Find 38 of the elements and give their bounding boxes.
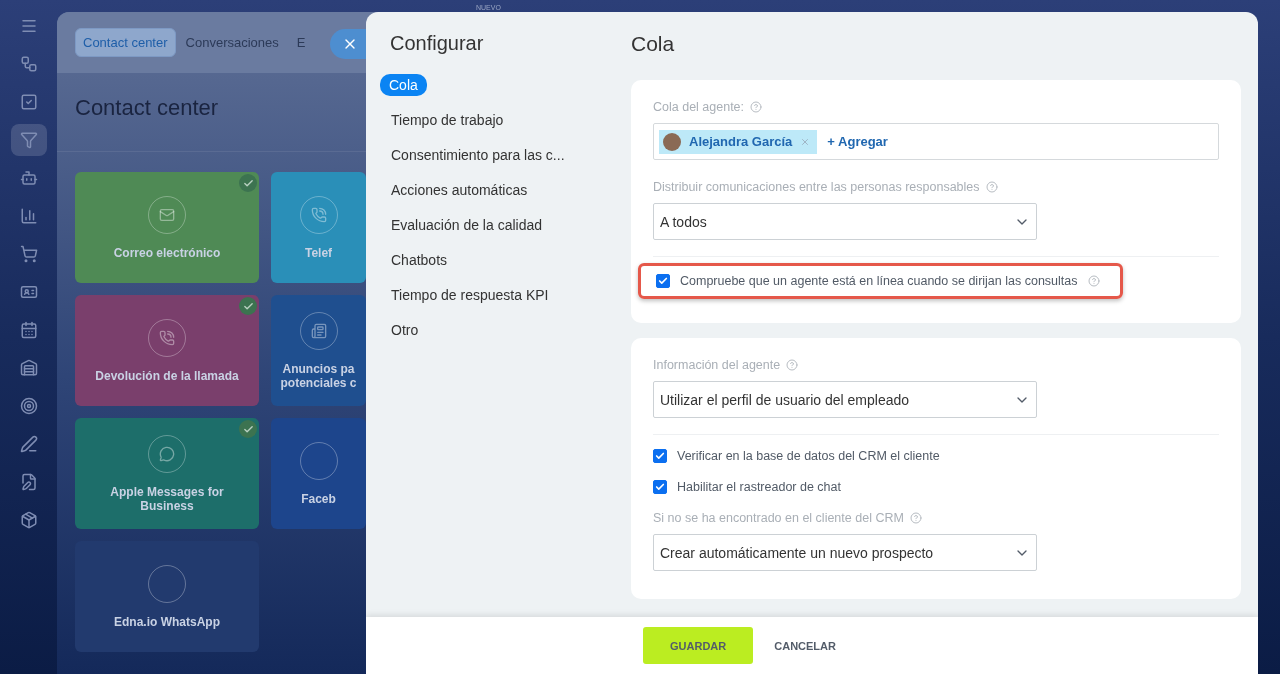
- nav-item[interactable]: Tiempo de trabajo: [382, 109, 513, 131]
- channel-tile[interactable]: Edna.io WhatsApp: [75, 541, 259, 652]
- tile-label: Correo electrónico: [112, 245, 222, 260]
- tile-label: Anuncios pa potenciales c: [279, 361, 358, 390]
- tile-label: Edna.io WhatsApp: [113, 614, 221, 629]
- add-link[interactable]: + Agregar: [827, 134, 888, 149]
- field-label: Distribuir comunicaciones entre las personas responsables: [653, 180, 1219, 194]
- agent-queue-field[interactable]: Alejandra García + Agregar: [653, 123, 1219, 160]
- nav-item[interactable]: Otro: [382, 319, 428, 341]
- tile-label: Devolución de la llamada: [94, 368, 240, 383]
- tile-label: Telef: [303, 245, 334, 260]
- checkbox-label: Compruebe que un agente está en línea cuando se dirijan las consultas: [680, 274, 1078, 288]
- channel-tile[interactable]: Apple Messages for Business: [75, 418, 259, 529]
- nav-item[interactable]: Chatbots: [382, 249, 457, 271]
- dropdown-field[interactable]: Crear automáticamente un nuevo prospecto: [653, 534, 1037, 571]
- field-label: Si no se ha encontrado en el cliente del CRM: [653, 511, 1219, 525]
- dropdown-field[interactable]: Utilizar el perfil de usuario del empleado: [653, 381, 1037, 418]
- tile-label: Apple Messages for Business: [109, 484, 225, 513]
- page-title: Contact center: [75, 95, 219, 121]
- field-label: Información del agente: [653, 358, 1219, 372]
- person-chip[interactable]: Alejandra García: [659, 129, 818, 154]
- checkbox-label: Habilitar el rastreador de chat: [677, 480, 841, 494]
- nav-item[interactable]: Cola: [380, 74, 427, 96]
- cancel-button[interactable]: CANCELAR: [759, 627, 851, 664]
- save-button[interactable]: GUARDAR: [643, 627, 754, 664]
- tile-label: Faceb: [300, 491, 337, 506]
- section-heading: Cola: [631, 32, 676, 56]
- nav-item[interactable]: Consentimiento para las c...: [382, 144, 574, 166]
- nav-item[interactable]: Evaluación de la calidad: [382, 214, 551, 236]
- channel-tile[interactable]: Anuncios pa potenciales c: [271, 295, 366, 406]
- channel-tile[interactable]: Devolución de la llamada: [75, 295, 259, 406]
- field-label: Cola del agente:: [653, 100, 1219, 114]
- nav-item[interactable]: Tiempo de respuesta KPI: [382, 284, 558, 306]
- nav-item[interactable]: Acciones automáticas: [382, 179, 537, 201]
- checkbox-label: Verificar en la base de datos del CRM el cliente: [677, 449, 940, 463]
- dropdown-field[interactable]: A todos: [653, 203, 1037, 240]
- panel-title: Configurar: [390, 32, 485, 55]
- channel-tile[interactable]: Faceb: [271, 418, 366, 529]
